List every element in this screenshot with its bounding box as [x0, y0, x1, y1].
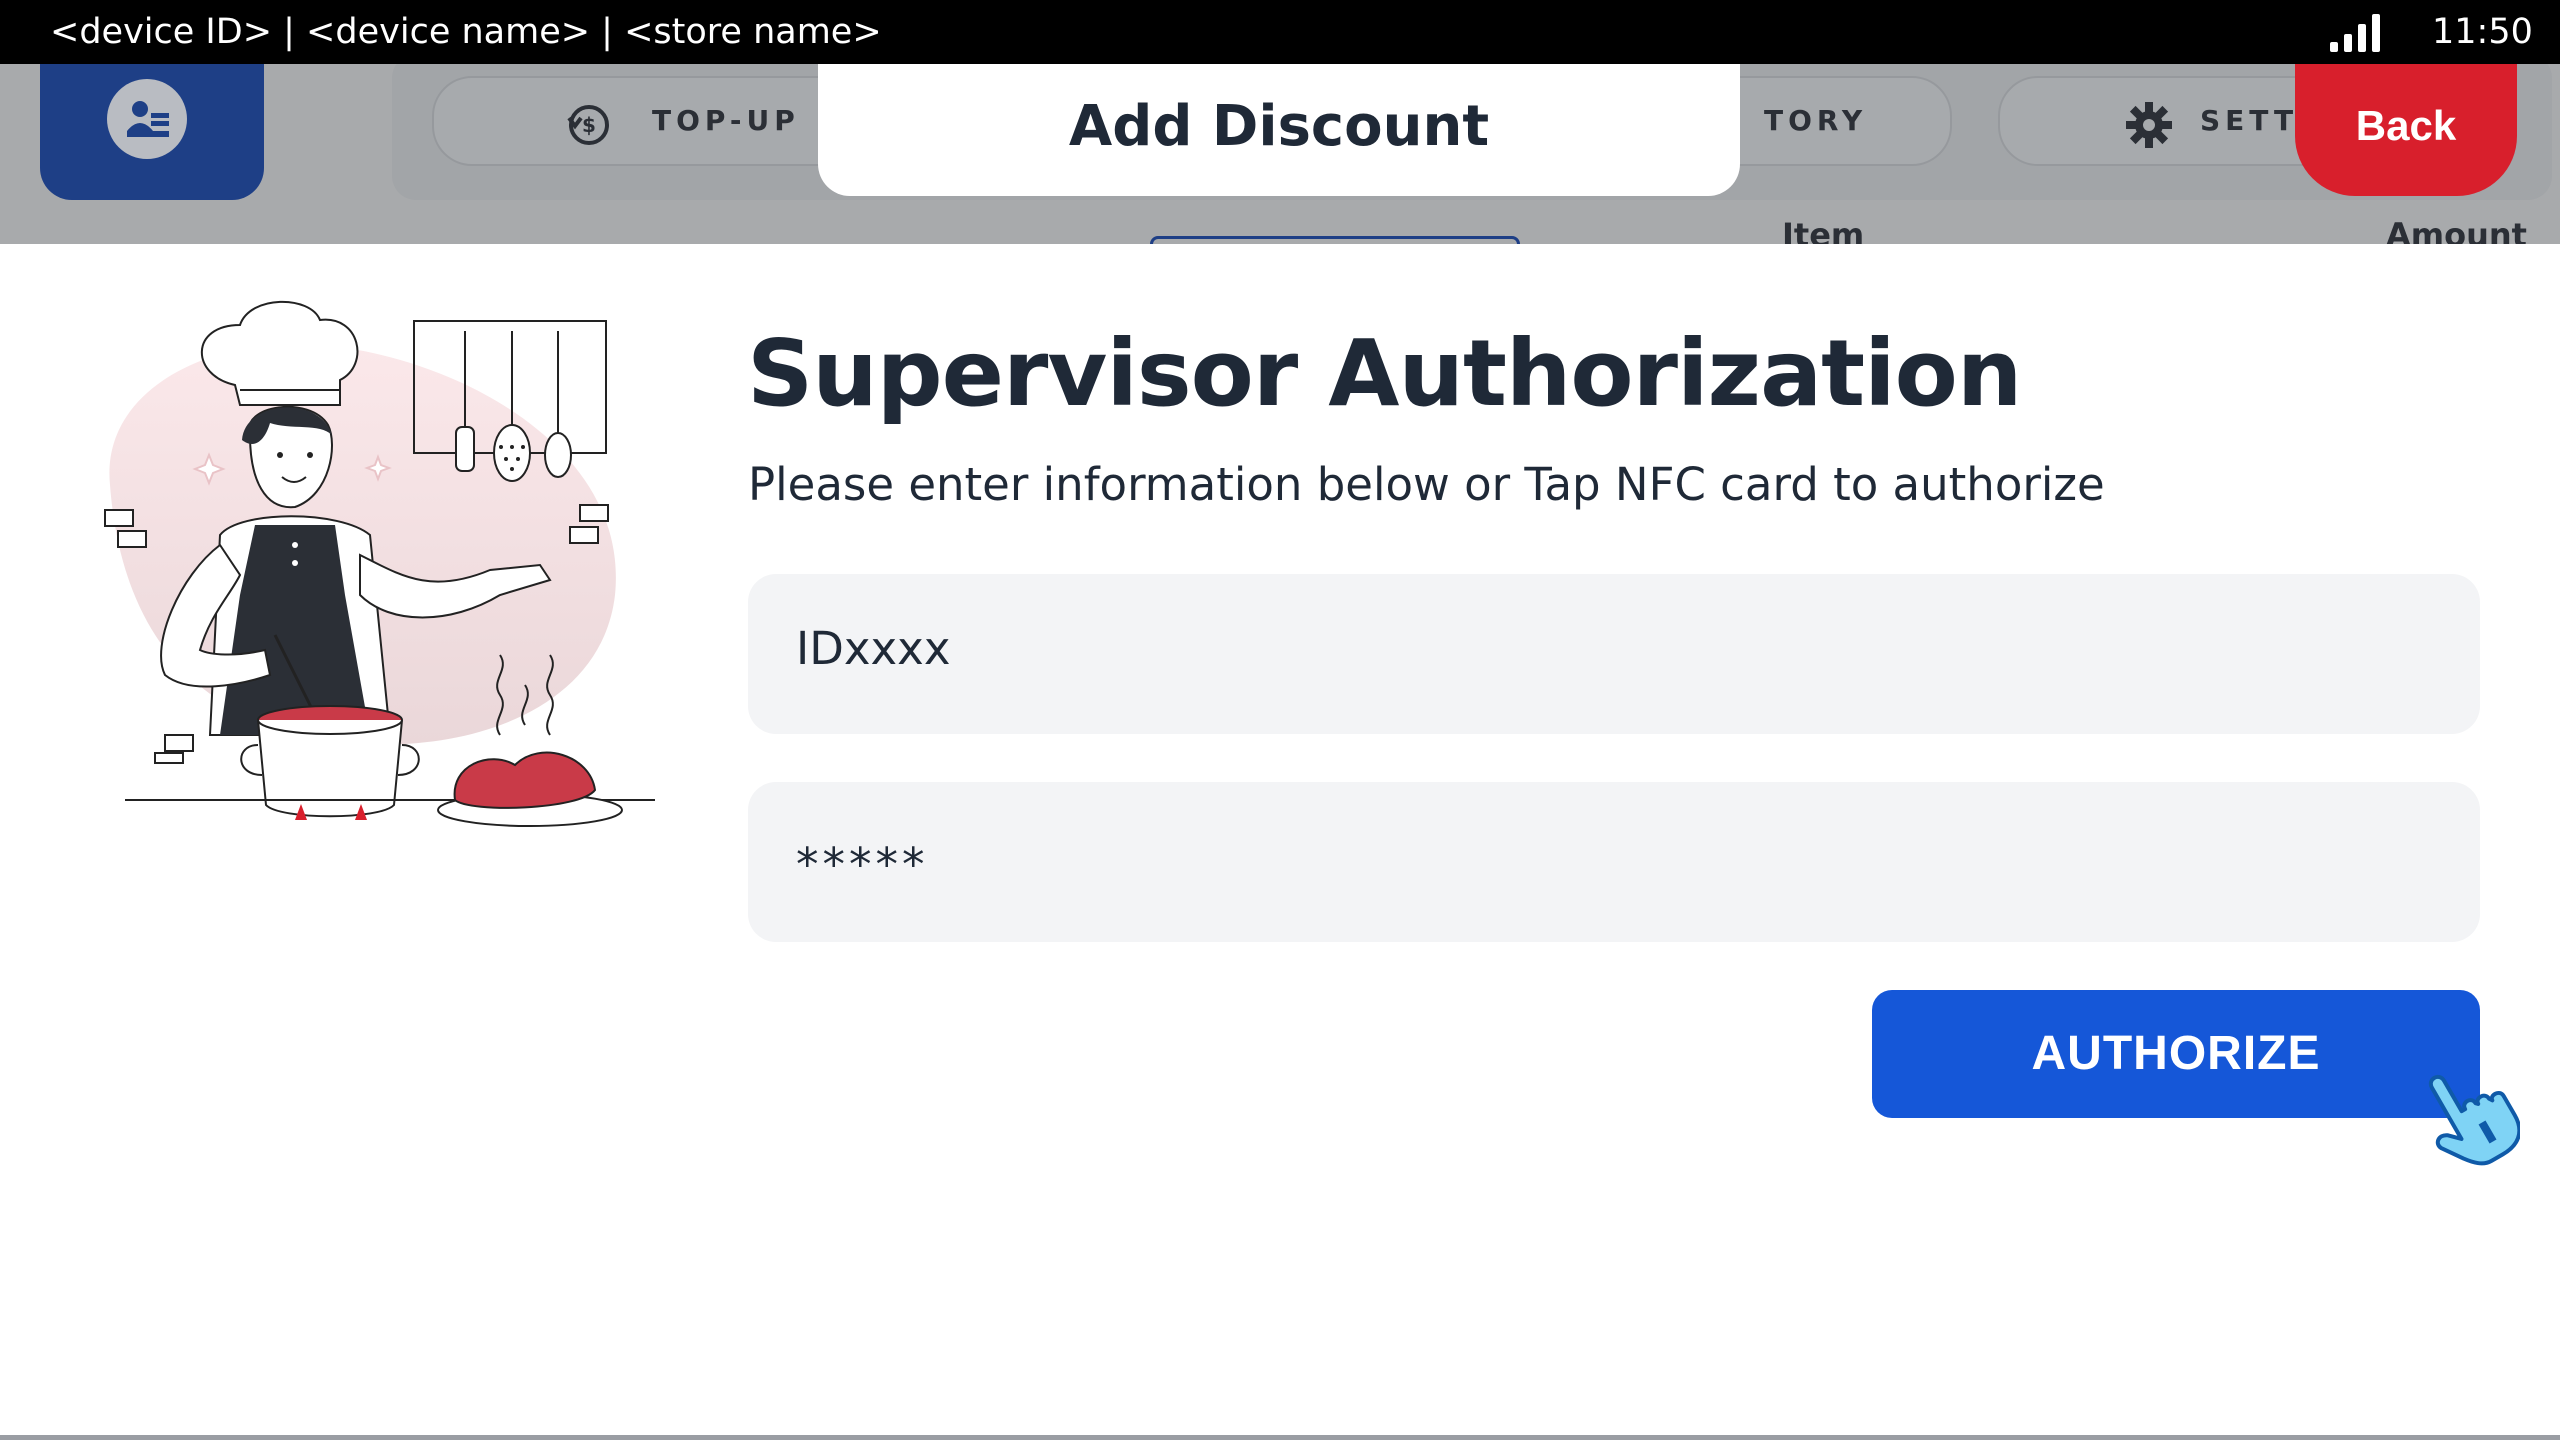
supervisor-id-value: IDxxxx	[796, 622, 951, 675]
column-header-item: Item	[1782, 216, 1865, 244]
coin-refresh-icon: $	[567, 105, 609, 145]
panel-bottom-border	[0, 1435, 2560, 1440]
supervisor-password-field[interactable]: *****	[748, 782, 2480, 942]
svg-text:$: $	[582, 113, 596, 137]
nav-button-top-up[interactable]: $ TOP-UP	[432, 76, 862, 166]
page-heading: Supervisor Authorization	[747, 320, 2022, 427]
hand-pointer-icon	[2428, 1074, 2520, 1166]
back-button[interactable]: Back	[2295, 64, 2517, 196]
chef-cooking-illustration	[104, 300, 655, 827]
authorize-button-label: AUTHORIZE	[2031, 1027, 2321, 1080]
supervisor-password-value: *****	[796, 838, 929, 891]
dialog-title: Add Discount	[1068, 94, 1490, 159]
clock: 11:50	[2432, 12, 2533, 52]
profile-tile	[40, 64, 264, 200]
back-button-label: Back	[2355, 102, 2457, 149]
column-header-amount: Amount	[2386, 216, 2527, 244]
nav-label-top-up: TOP-UP	[652, 104, 800, 137]
supervisor-id-field[interactable]: IDxxxx	[748, 574, 2480, 734]
gear-icon	[2126, 102, 2172, 148]
authorize-button[interactable]: AUTHORIZE	[1872, 990, 2480, 1118]
signal-bars-icon	[2330, 14, 2380, 52]
device-info: <device ID> | <device name> | <store nam…	[50, 12, 882, 52]
background-active-indicator	[1150, 236, 1520, 244]
nav-label-history: TORY	[1764, 104, 1868, 137]
dialog-title-tab: Add Discount	[818, 64, 1740, 196]
profile-icon	[107, 79, 187, 159]
status-bar: <device ID> | <device name> | <store nam…	[0, 0, 2560, 64]
page-subheading: Please enter information below or Tap NF…	[748, 458, 2105, 511]
